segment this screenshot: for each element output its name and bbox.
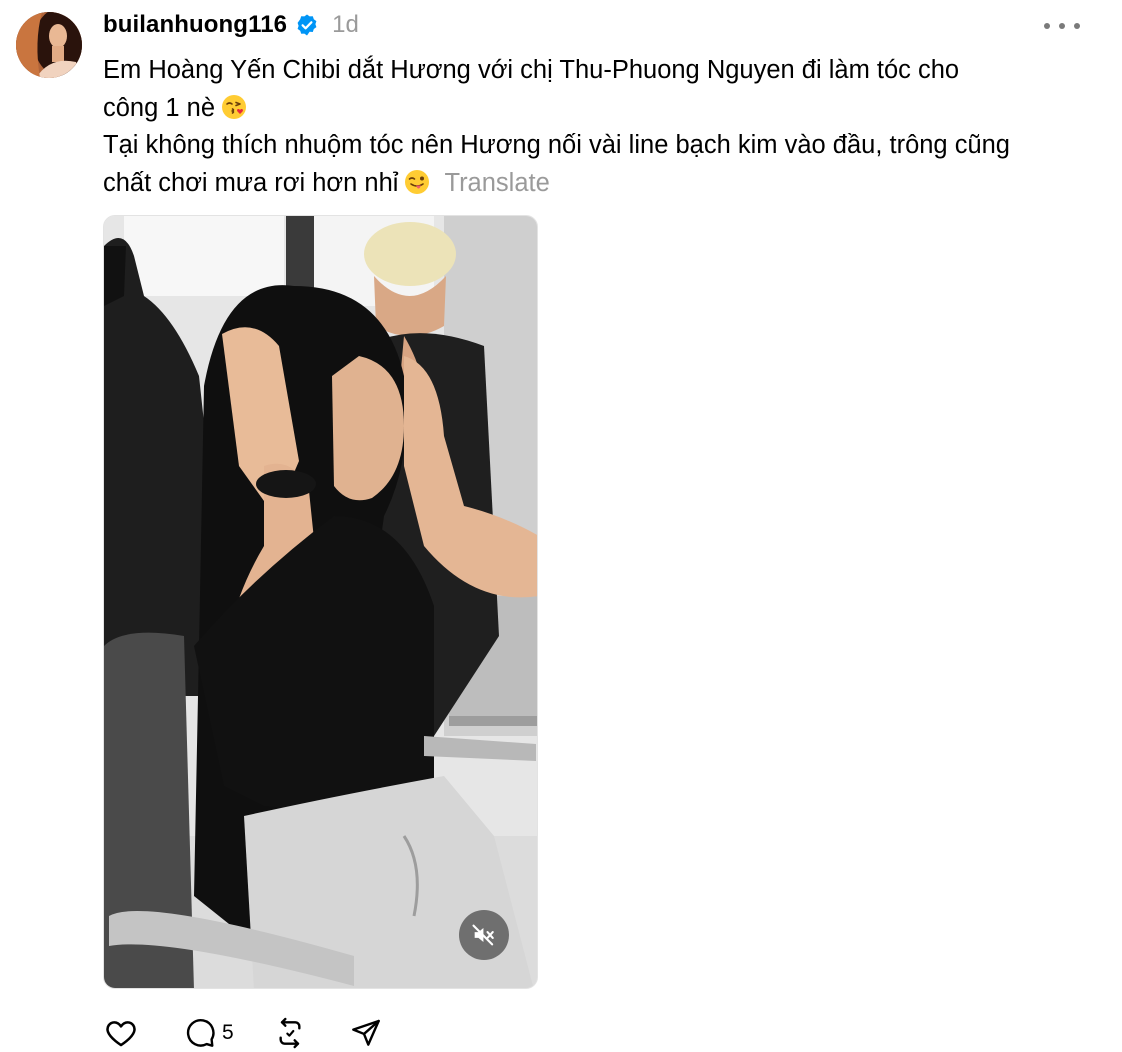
more-dot bbox=[1044, 23, 1050, 29]
post-video[interactable] bbox=[103, 215, 538, 989]
face-blowing-kiss-emoji bbox=[222, 94, 247, 119]
repost-icon bbox=[279, 1017, 301, 1049]
repost-button[interactable] bbox=[274, 1017, 306, 1049]
reply-count: 5 bbox=[222, 1021, 234, 1044]
thread-post: builanhuong116 1d Em Hoàng Yến Chibi dắt… bbox=[0, 0, 1122, 1052]
caption-text: chất chơi mưa rơi hơn nhỉ bbox=[103, 168, 399, 197]
post-header: builanhuong116 1d bbox=[103, 8, 359, 42]
caption-line-3: Tại không thích nhuộm tóc nên Hương nối … bbox=[103, 127, 1103, 165]
username[interactable]: builanhuong116 bbox=[103, 11, 287, 39]
caption-line-2: công 1 nè bbox=[103, 90, 1103, 128]
send-icon bbox=[351, 1019, 380, 1046]
verified-badge-icon bbox=[297, 14, 317, 36]
speaker-muted-icon[interactable] bbox=[459, 910, 509, 960]
video-frame bbox=[104, 216, 537, 988]
like-button[interactable] bbox=[104, 1016, 138, 1050]
caption-line-4: chất chơi mưa rơi hơn nhỉ Translate bbox=[103, 165, 1103, 203]
post-actions: 5 bbox=[103, 1013, 382, 1052]
post-caption: Em Hoàng Yến Chibi dắt Hương với chị Thu… bbox=[103, 52, 1103, 202]
avatar[interactable] bbox=[16, 12, 82, 78]
caption-text: Em Hoàng Yến Chibi dắt Hương với chị Thu… bbox=[103, 56, 960, 84]
winking-face-with-tongue-emoji bbox=[405, 169, 430, 194]
more-options-icon[interactable] bbox=[1044, 14, 1080, 38]
more-dot bbox=[1074, 23, 1080, 29]
caption-text: Tại không thích nhuộm tóc nên Hương nối … bbox=[103, 131, 1010, 159]
reply-button[interactable]: 5 bbox=[184, 1017, 234, 1049]
mute-glyph bbox=[472, 924, 494, 946]
caption-line-1: Em Hoàng Yến Chibi dắt Hương với chị Thu… bbox=[103, 52, 1103, 90]
caption-text: công 1 nè bbox=[103, 93, 216, 122]
avatar-image bbox=[16, 12, 82, 78]
share-button[interactable] bbox=[350, 1017, 382, 1049]
comment-bubble-icon bbox=[186, 1019, 215, 1047]
post-time: 1d bbox=[332, 11, 359, 38]
heart-icon bbox=[106, 1021, 136, 1047]
translate-link[interactable]: Translate bbox=[444, 169, 549, 197]
more-dot bbox=[1059, 23, 1065, 29]
